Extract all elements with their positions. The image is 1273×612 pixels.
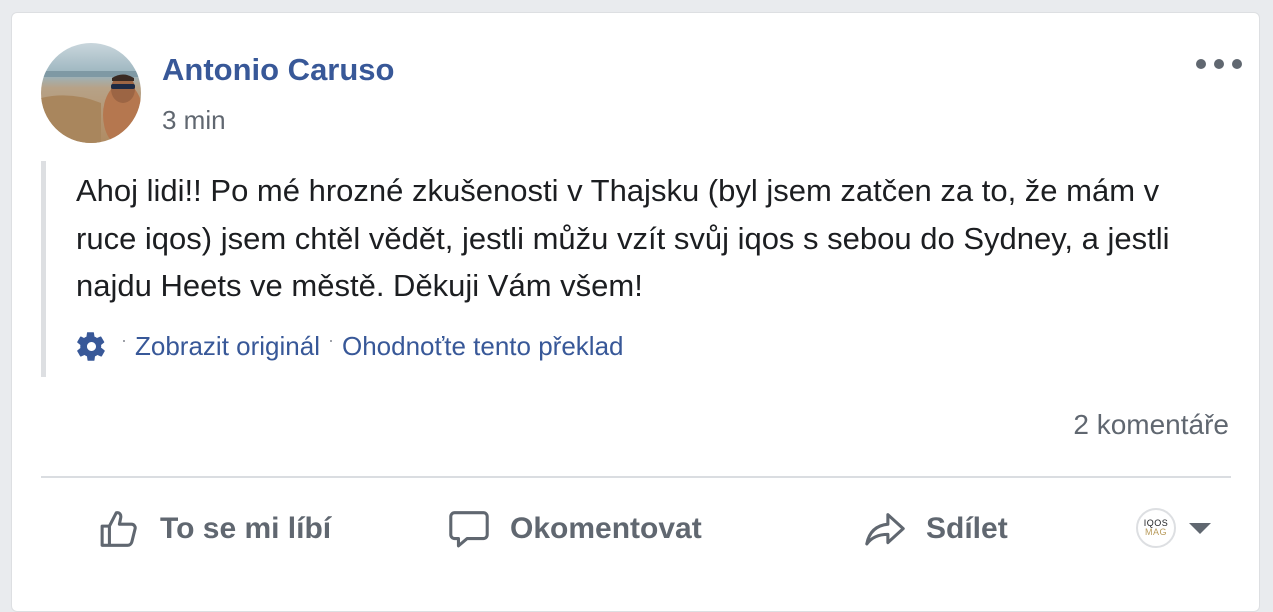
post-text: Ahoj lidi!! Po mé hrozné zkušenosti v Th… [76, 173, 1170, 303]
translation-bar: · Zobrazit originál · Ohodnoťte tento př… [76, 330, 624, 362]
separator-dot: · [327, 330, 334, 350]
share-button[interactable]: Sdílet [862, 505, 1008, 553]
like-label: To se mi líbí [160, 512, 332, 545]
thumbs-up-icon [100, 511, 137, 547]
show-original-link[interactable]: Zobrazit originál [135, 331, 320, 362]
share-label: Sdílet [926, 512, 1008, 545]
like-button[interactable]: To se mi líbí [96, 505, 331, 553]
actions-divider [41, 476, 1231, 478]
comments-count[interactable]: 2 komentáře [1073, 409, 1229, 441]
gear-icon[interactable] [76, 331, 107, 362]
page-avatar: IQOS MAG [1136, 508, 1176, 548]
more-dots-icon[interactable] [1196, 53, 1242, 75]
post-timestamp[interactable]: 3 min [162, 105, 226, 136]
author-name[interactable]: Antonio Caruso [162, 52, 395, 88]
comment-button[interactable]: Okomentovat [446, 505, 702, 553]
separator-dot: · [121, 330, 127, 350]
speech-bubble-icon [449, 511, 489, 548]
page-avatar-line2: MAG [1144, 527, 1167, 537]
caret-down-icon[interactable] [1189, 522, 1211, 534]
author-avatar[interactable] [41, 43, 141, 143]
share-arrow-icon [865, 513, 905, 546]
translation-quote-bar [41, 161, 46, 377]
rate-translation-link[interactable]: Ohodnoťte tento překlad [342, 331, 624, 362]
comment-label: Okomentovat [510, 512, 702, 545]
page-identity-picker[interactable]: IQOS MAG [1136, 508, 1211, 548]
post-card: Antonio Caruso 3 min Ahoj lidi!! Po mé h… [11, 12, 1260, 612]
